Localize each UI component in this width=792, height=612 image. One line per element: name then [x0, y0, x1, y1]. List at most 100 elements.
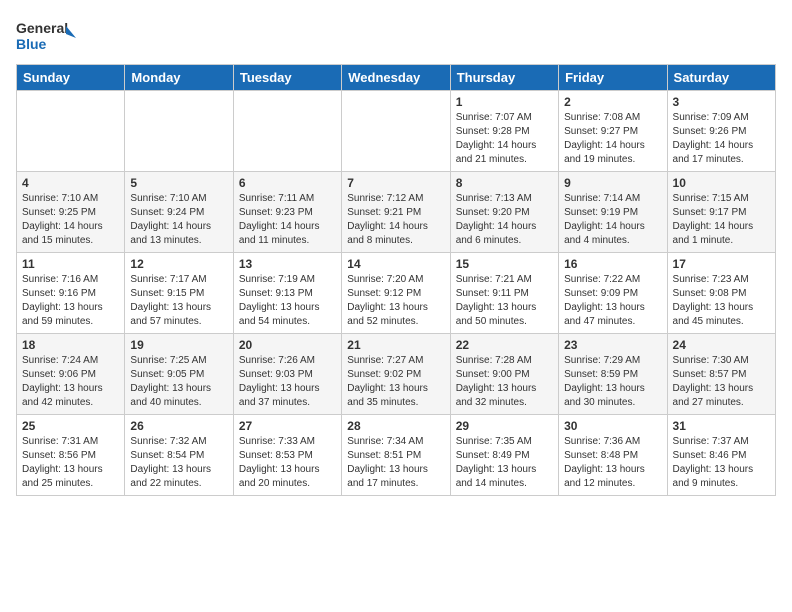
day-info: Sunrise: 7:26 AM Sunset: 9:03 PM Dayligh… [239, 354, 336, 410]
day-info: Sunrise: 7:21 AM Sunset: 9:11 PM Dayligh… [456, 273, 553, 329]
day-info: Sunrise: 7:20 AM Sunset: 9:12 PM Dayligh… [347, 273, 444, 329]
day-number: 11 [22, 257, 119, 271]
calendar-cell: 25 Sunrise: 7:31 AM Sunset: 8:56 PM Dayli… [17, 415, 125, 496]
weekday-header-thursday: Thursday [450, 65, 558, 91]
header: GeneralBlue [16, 16, 776, 56]
day-info: Sunrise: 7:10 AM Sunset: 9:25 PM Dayligh… [22, 192, 119, 248]
day-number: 17 [673, 257, 770, 271]
day-info: Sunrise: 7:29 AM Sunset: 8:59 PM Dayligh… [564, 354, 661, 410]
day-number: 5 [130, 176, 227, 190]
day-number: 22 [456, 338, 553, 352]
calendar-cell: 27 Sunrise: 7:33 AM Sunset: 8:53 PM Dayli… [233, 415, 341, 496]
day-number: 19 [130, 338, 227, 352]
calendar-cell [17, 91, 125, 172]
weekday-header-monday: Monday [125, 65, 233, 91]
calendar-week-2: 4Sunrise: 7:10 AM Sunset: 9:25 PM Daylig… [17, 172, 776, 253]
day-number: 21 [347, 338, 444, 352]
calendar-body: 1 Sunrise: 7:07 AM Sunset: 9:28 PM Daylig… [17, 91, 776, 496]
day-info: Sunrise: 7:15 AM Sunset: 9:17 PM Dayligh… [673, 192, 770, 248]
calendar-cell: 24 Sunrise: 7:30 AM Sunset: 8:57 PM Dayli… [667, 334, 775, 415]
weekday-header-row: SundayMondayTuesdayWednesdayThursdayFrid… [17, 65, 776, 91]
day-info: Sunrise: 7:13 AM Sunset: 9:20 PM Dayligh… [456, 192, 553, 248]
calendar-table: SundayMondayTuesdayWednesdayThursdayFrid… [16, 64, 776, 496]
day-number: 26 [130, 419, 227, 433]
day-info: Sunrise: 7:12 AM Sunset: 9:21 PM Dayligh… [347, 192, 444, 248]
calendar-cell: 9Sunrise: 7:14 AM Sunset: 9:19 PM Daylig… [559, 172, 667, 253]
calendar-cell: 23Sunrise: 7:29 AM Sunset: 8:59 PM Dayli… [559, 334, 667, 415]
day-info: Sunrise: 7:07 AM Sunset: 9:28 PM Dayligh… [456, 111, 553, 167]
calendar-cell: 30Sunrise: 7:36 AM Sunset: 8:48 PM Dayli… [559, 415, 667, 496]
calendar-week-1: 1 Sunrise: 7:07 AM Sunset: 9:28 PM Daylig… [17, 91, 776, 172]
weekday-header-saturday: Saturday [667, 65, 775, 91]
day-number: 24 [673, 338, 770, 352]
day-info: Sunrise: 7:17 AM Sunset: 9:15 PM Dayligh… [130, 273, 227, 329]
calendar-cell: 19 Sunrise: 7:25 AM Sunset: 9:05 PM Dayli… [125, 334, 233, 415]
day-info: Sunrise: 7:09 AM Sunset: 9:26 PM Dayligh… [673, 111, 770, 167]
calendar-cell: 28Sunrise: 7:34 AM Sunset: 8:51 PM Dayli… [342, 415, 450, 496]
day-info: Sunrise: 7:22 AM Sunset: 9:09 PM Dayligh… [564, 273, 661, 329]
day-number: 16 [564, 257, 661, 271]
day-number: 8 [456, 176, 553, 190]
day-info: Sunrise: 7:25 AM Sunset: 9:05 PM Dayligh… [130, 354, 227, 410]
calendar-cell [342, 91, 450, 172]
day-number: 18 [22, 338, 119, 352]
day-number: 1 [456, 95, 553, 109]
calendar-cell: 2Sunrise: 7:08 AM Sunset: 9:27 PM Daylig… [559, 91, 667, 172]
weekday-header-tuesday: Tuesday [233, 65, 341, 91]
day-number: 2 [564, 95, 661, 109]
day-info: Sunrise: 7:16 AM Sunset: 9:16 PM Dayligh… [22, 273, 119, 329]
calendar-cell: 17Sunrise: 7:23 AM Sunset: 9:08 PM Dayli… [667, 253, 775, 334]
day-info: Sunrise: 7:10 AM Sunset: 9:24 PM Dayligh… [130, 192, 227, 248]
day-number: 14 [347, 257, 444, 271]
day-info: Sunrise: 7:34 AM Sunset: 8:51 PM Dayligh… [347, 435, 444, 491]
calendar-cell: 13Sunrise: 7:19 AM Sunset: 9:13 PM Dayli… [233, 253, 341, 334]
calendar-cell: 21 Sunrise: 7:27 AM Sunset: 9:02 PM Dayli… [342, 334, 450, 415]
svg-text:General: General [16, 20, 68, 36]
calendar-cell: 15 Sunrise: 7:21 AM Sunset: 9:11 PM Dayli… [450, 253, 558, 334]
day-number: 3 [673, 95, 770, 109]
day-info: Sunrise: 7:24 AM Sunset: 9:06 PM Dayligh… [22, 354, 119, 410]
calendar-cell: 7 Sunrise: 7:12 AM Sunset: 9:21 PM Daylig… [342, 172, 450, 253]
calendar-cell: 1 Sunrise: 7:07 AM Sunset: 9:28 PM Daylig… [450, 91, 558, 172]
day-number: 25 [22, 419, 119, 433]
calendar-cell: 16 Sunrise: 7:22 AM Sunset: 9:09 PM Dayli… [559, 253, 667, 334]
calendar-cell: 12 Sunrise: 7:17 AM Sunset: 9:15 PM Dayli… [125, 253, 233, 334]
calendar-cell: 8 Sunrise: 7:13 AM Sunset: 9:20 PM Daylig… [450, 172, 558, 253]
day-info: Sunrise: 7:33 AM Sunset: 8:53 PM Dayligh… [239, 435, 336, 491]
calendar-cell: 29 Sunrise: 7:35 AM Sunset: 8:49 PM Dayli… [450, 415, 558, 496]
logo-svg: GeneralBlue [16, 16, 76, 56]
day-number: 9 [564, 176, 661, 190]
calendar-week-5: 25 Sunrise: 7:31 AM Sunset: 8:56 PM Dayli… [17, 415, 776, 496]
calendar-cell: 10 Sunrise: 7:15 AM Sunset: 9:17 PM Dayli… [667, 172, 775, 253]
day-number: 27 [239, 419, 336, 433]
day-number: 15 [456, 257, 553, 271]
day-number: 31 [673, 419, 770, 433]
calendar-week-4: 18 Sunrise: 7:24 AM Sunset: 9:06 PM Dayli… [17, 334, 776, 415]
weekday-header-sunday: Sunday [17, 65, 125, 91]
day-number: 13 [239, 257, 336, 271]
day-info: Sunrise: 7:27 AM Sunset: 9:02 PM Dayligh… [347, 354, 444, 410]
calendar-cell: 20Sunrise: 7:26 AM Sunset: 9:03 PM Dayli… [233, 334, 341, 415]
day-info: Sunrise: 7:30 AM Sunset: 8:57 PM Dayligh… [673, 354, 770, 410]
day-info: Sunrise: 7:11 AM Sunset: 9:23 PM Dayligh… [239, 192, 336, 248]
day-number: 7 [347, 176, 444, 190]
calendar-week-3: 11 Sunrise: 7:16 AM Sunset: 9:16 PM Dayli… [17, 253, 776, 334]
day-info: Sunrise: 7:37 AM Sunset: 8:46 PM Dayligh… [673, 435, 770, 491]
calendar-cell: 26Sunrise: 7:32 AM Sunset: 8:54 PM Dayli… [125, 415, 233, 496]
calendar-cell: 22 Sunrise: 7:28 AM Sunset: 9:00 PM Dayli… [450, 334, 558, 415]
calendar-cell: 5 Sunrise: 7:10 AM Sunset: 9:24 PM Daylig… [125, 172, 233, 253]
day-number: 10 [673, 176, 770, 190]
calendar-cell: 3 Sunrise: 7:09 AM Sunset: 9:26 PM Daylig… [667, 91, 775, 172]
day-info: Sunrise: 7:31 AM Sunset: 8:56 PM Dayligh… [22, 435, 119, 491]
weekday-header-wednesday: Wednesday [342, 65, 450, 91]
weekday-header-friday: Friday [559, 65, 667, 91]
calendar-cell [125, 91, 233, 172]
day-number: 30 [564, 419, 661, 433]
day-info: Sunrise: 7:28 AM Sunset: 9:00 PM Dayligh… [456, 354, 553, 410]
day-info: Sunrise: 7:35 AM Sunset: 8:49 PM Dayligh… [456, 435, 553, 491]
day-number: 12 [130, 257, 227, 271]
calendar-cell: 18 Sunrise: 7:24 AM Sunset: 9:06 PM Dayli… [17, 334, 125, 415]
calendar-cell: 11 Sunrise: 7:16 AM Sunset: 9:16 PM Dayli… [17, 253, 125, 334]
calendar-cell: 31 Sunrise: 7:37 AM Sunset: 8:46 PM Dayli… [667, 415, 775, 496]
day-number: 29 [456, 419, 553, 433]
